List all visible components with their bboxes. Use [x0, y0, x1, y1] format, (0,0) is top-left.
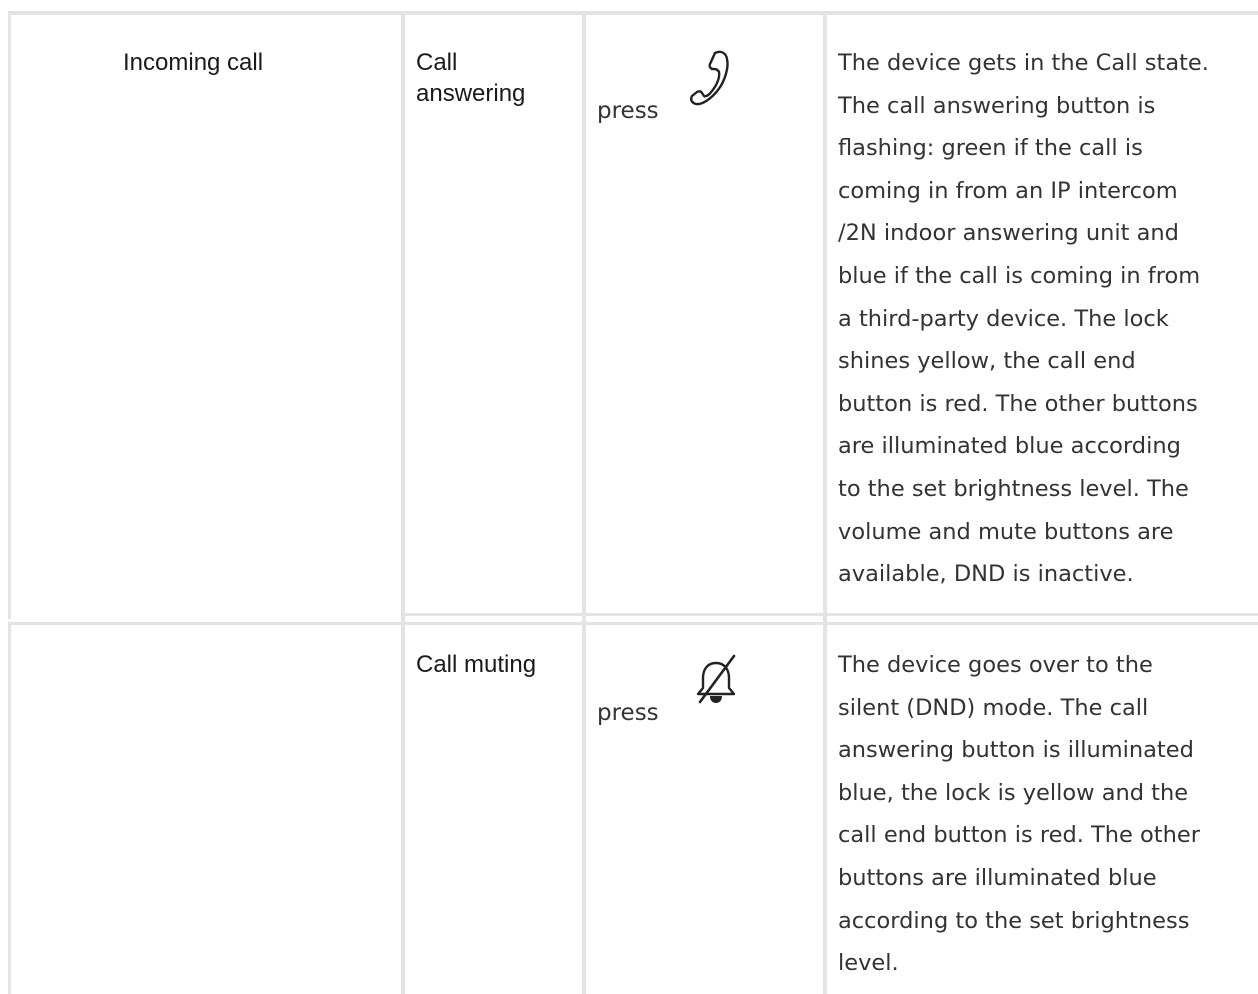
description-line: available, DND is inactive.: [838, 561, 1134, 588]
action-line: Call: [416, 49, 458, 76]
description-line: flashing: green if the call is: [838, 135, 1143, 162]
control-prefix: press: [597, 700, 659, 726]
description-line: blue, the lock is yellow and the: [838, 779, 1189, 806]
column-divider-1: [401, 11, 405, 994]
row-divider-a: [403, 613, 1258, 616]
description-line: button is red. The other buttons: [838, 390, 1198, 417]
column-divider-3: [823, 11, 827, 994]
description-line: are illuminated blue according: [838, 433, 1181, 460]
description-line: to the set brightness level. The: [838, 475, 1189, 502]
table-left-border-row2: [8, 622, 11, 994]
description-line: shines yellow, the call end: [838, 348, 1136, 375]
table-top-border: [8, 11, 1258, 15]
action-cell: Call muting: [416, 649, 536, 680]
row-divider-b: [8, 622, 1258, 625]
description-line: call end button is red. The other: [838, 822, 1200, 849]
description-line: volume and mute buttons are: [838, 518, 1174, 545]
description-line: The device gets in the Call state.: [838, 50, 1209, 76]
action-line: Call muting: [416, 651, 537, 678]
table-left-border-row1: [8, 11, 11, 619]
description-line: silent (DND) mode. The call: [838, 694, 1149, 721]
column-divider-2: [582, 11, 586, 994]
situation-cell: Incoming call: [123, 49, 264, 76]
action-cell: Call answering: [416, 47, 525, 109]
description-line: coming in from an IP intercom: [838, 177, 1178, 204]
description-line: /2N indoor answering unit and: [838, 220, 1179, 247]
instructions-table: Incoming call Call answering press The d…: [0, 0, 1258, 994]
description-line: blue if the call is coming in from: [838, 262, 1201, 289]
bell-muted-icon: [696, 654, 736, 704]
description-line: a third-party device. The lock: [838, 305, 1169, 332]
control-prefix: press: [597, 98, 659, 124]
description-cell: The device goes over to the silent (DND)…: [838, 644, 1200, 985]
description-cell: The device gets in the Call state. The c…: [838, 42, 1209, 596]
phone-handset-icon: [690, 50, 729, 106]
description-line: level.: [838, 950, 899, 977]
description-line: according to the set brightness: [838, 907, 1190, 934]
action-line: answering: [416, 80, 526, 107]
description-line: answering button is illuminated: [838, 737, 1194, 764]
description-line: The call answering button is: [838, 92, 1156, 119]
description-line: The device goes over to the: [838, 652, 1153, 678]
description-line: buttons are illuminated blue: [838, 864, 1157, 891]
